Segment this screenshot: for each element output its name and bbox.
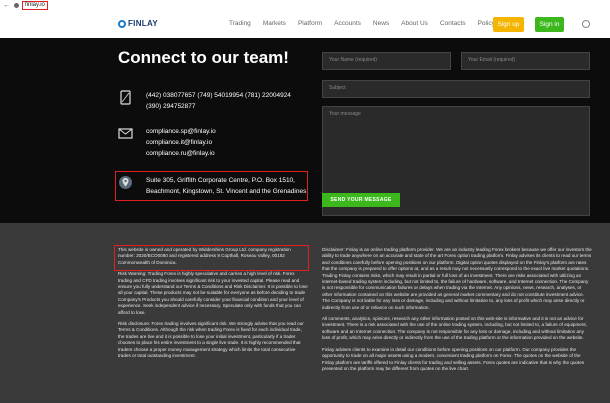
risk-warning-text: Risk Warning: Trading Forex is highly sp… bbox=[118, 271, 308, 315]
nav-item-platform[interactable]: Platform bbox=[298, 20, 322, 27]
lock-icon bbox=[14, 3, 19, 8]
disclaimer-text: Disclaimer: Finlay is an online trading … bbox=[322, 247, 592, 310]
nav-item-trading[interactable]: Trading bbox=[229, 20, 251, 27]
back-arrow-icon[interactable]: ← bbox=[3, 2, 10, 9]
phone-block: (442) 038077657 (749) 54019954 (781) 220… bbox=[118, 90, 291, 112]
nav-item-contacts[interactable]: Contacts bbox=[440, 20, 466, 27]
signin-button[interactable]: Sign in bbox=[535, 17, 564, 32]
address-highlight bbox=[115, 171, 308, 201]
email-input[interactable]: Your Email (required) bbox=[461, 52, 590, 70]
signup-button[interactable]: Sign up bbox=[493, 17, 524, 32]
phone-line-2: (390) 294752877 bbox=[146, 103, 196, 110]
footer-right-column: Disclaimer: Finlay is an online trading … bbox=[322, 247, 592, 377]
company-info-highlight bbox=[114, 245, 309, 271]
phone-line-1: (442) 038077657 (749) 54019954 (781) 220… bbox=[146, 92, 291, 99]
send-message-button[interactable]: SEND YOUR MESSAGE bbox=[322, 193, 400, 207]
nav-item-about-us[interactable]: About Us bbox=[401, 20, 428, 27]
comments-disclaimer-text: All comments, analytics, opinions, resea… bbox=[322, 316, 587, 341]
phone-icon bbox=[120, 90, 131, 105]
logo[interactable]: FINLAY bbox=[118, 19, 158, 28]
top-nav: FINLAY Trading Markets Platform Accounts… bbox=[0, 11, 610, 38]
logo-text: FINLAY bbox=[128, 19, 158, 28]
subject-input[interactable]: Subject bbox=[322, 80, 590, 98]
nav-item-accounts[interactable]: Accounts bbox=[334, 20, 361, 27]
conditions-text: Finlay advises clients to examine in det… bbox=[322, 346, 585, 371]
globe-icon[interactable] bbox=[582, 20, 590, 28]
email-sp[interactable]: compliance.sp@finlay.io bbox=[146, 126, 216, 137]
nav-item-markets[interactable]: Markets bbox=[263, 20, 286, 27]
nav-menu: Trading Markets Platform Accounts News A… bbox=[229, 20, 507, 27]
logo-icon bbox=[118, 19, 126, 28]
risk-disclosure-text: Risk disclosure: Forex trading involves … bbox=[118, 321, 304, 359]
contact-heading: Connect to our team! bbox=[118, 48, 289, 67]
email-it[interactable]: compliance.it@finlay.io bbox=[146, 137, 216, 148]
url-text[interactable]: finlay.io bbox=[22, 1, 48, 10]
envelope-icon bbox=[118, 128, 133, 139]
name-input[interactable]: Your Name (required) bbox=[322, 52, 451, 70]
contact-section: Connect to our team! (442) 038077657 (74… bbox=[0, 38, 610, 223]
email-ru[interactable]: compliance.ru@finlay.io bbox=[146, 148, 216, 159]
email-block: compliance.sp@finlay.io compliance.it@fi… bbox=[118, 126, 216, 159]
nav-item-news[interactable]: News bbox=[373, 20, 389, 27]
